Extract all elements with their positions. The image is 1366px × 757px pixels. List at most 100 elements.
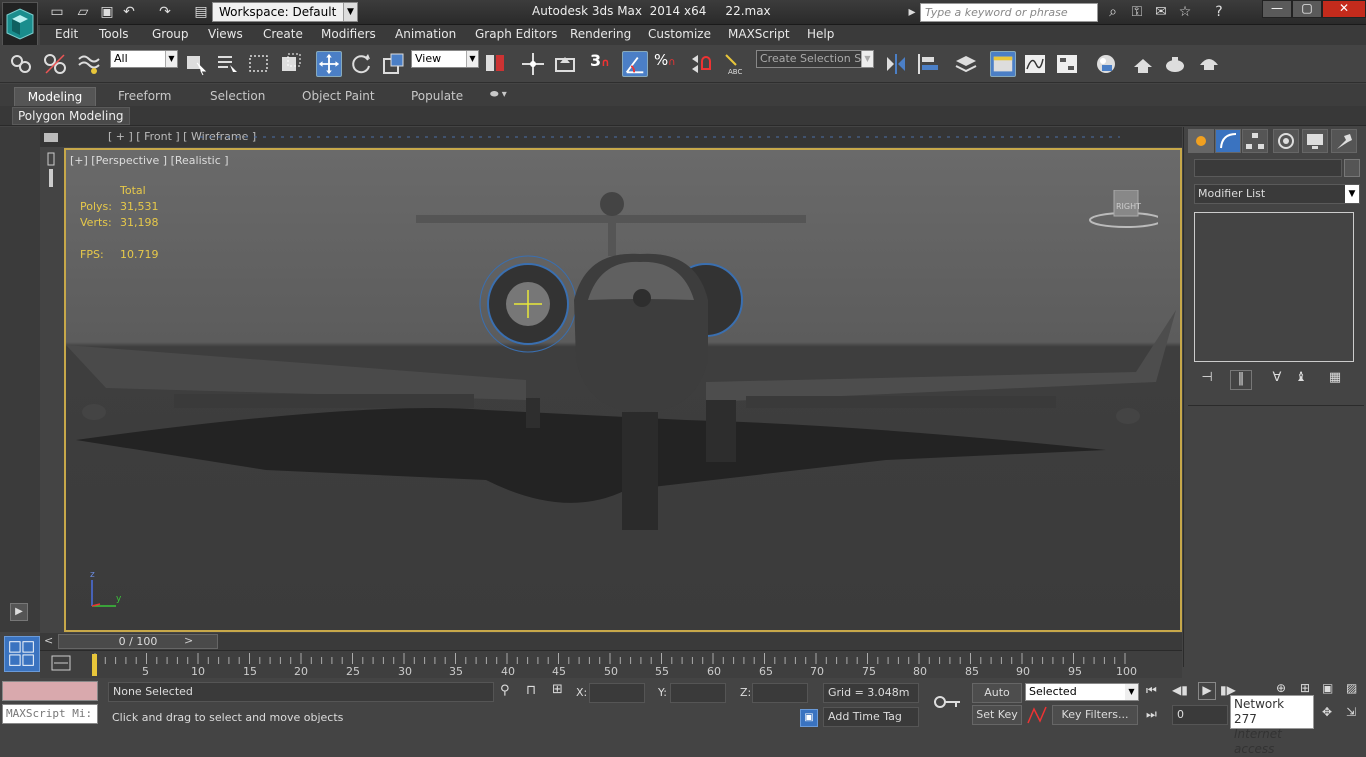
tab-freeform[interactable]: Freeform: [110, 87, 179, 106]
modifier-stack-list[interactable]: [1194, 212, 1354, 362]
link-icon[interactable]: [8, 51, 34, 77]
app-menu-button[interactable]: [2, 2, 38, 46]
expand-right-icon[interactable]: ▶: [10, 603, 28, 621]
auto-key-button[interactable]: Auto Key: [972, 683, 1022, 717]
remove-modifier-icon[interactable]: ♝: [1290, 370, 1312, 390]
time-tag-icon[interactable]: ▣: [800, 709, 818, 727]
menu-modifiers[interactable]: Modifiers: [321, 27, 376, 41]
graphite-toolbox-icon[interactable]: [990, 51, 1016, 77]
play-icon[interactable]: ▶: [1198, 682, 1216, 700]
key-filters-button[interactable]: Key Filters...: [1052, 705, 1138, 725]
reference-coordinate-dropdown[interactable]: View ▼: [411, 50, 479, 68]
tab-populate[interactable]: Populate: [403, 87, 471, 106]
viewport-zoom-slider-icon[interactable]: [42, 151, 60, 191]
schematic-view-icon[interactable]: [1054, 51, 1080, 77]
mirror-icon[interactable]: [883, 51, 909, 77]
zoom-extents-all-icon[interactable]: ▨: [1346, 681, 1357, 695]
maxscript-listener-output[interactable]: [2, 681, 98, 701]
z-coordinate-field[interactable]: [752, 683, 808, 703]
menu-help[interactable]: Help: [807, 27, 834, 41]
menu-tools[interactable]: Tools: [99, 27, 129, 41]
percent-snap-icon[interactable]: %∩: [654, 51, 680, 77]
minimize-button[interactable]: —: [1262, 0, 1292, 18]
tab-selection[interactable]: Selection: [202, 87, 273, 106]
edit-named-selection-icon[interactable]: ABC: [722, 51, 748, 77]
tab-object-paint[interactable]: Object Paint: [294, 87, 383, 106]
favorites-star-icon[interactable]: ☆: [1176, 3, 1194, 21]
time-slider-next-icon[interactable]: >: [184, 634, 193, 647]
time-cursor[interactable]: [92, 654, 97, 676]
pin-stack-icon[interactable]: ⊣: [1196, 370, 1218, 390]
select-and-move-icon[interactable]: [316, 51, 342, 77]
default-in-out-tangents-icon[interactable]: [1026, 705, 1048, 725]
menu-rendering[interactable]: Rendering: [570, 27, 631, 41]
render-setup-icon[interactable]: [1130, 51, 1156, 77]
named-selection-dropdown[interactable]: Create Selection Se ▼: [756, 50, 874, 68]
selection-lock-icon[interactable]: ⊓: [526, 683, 536, 698]
menu-edit[interactable]: Edit: [55, 27, 78, 41]
configure-modifier-sets-icon[interactable]: ▦: [1324, 370, 1346, 390]
menu-views[interactable]: Views: [208, 27, 243, 41]
subscription-icon[interactable]: ⚿: [1128, 3, 1146, 21]
zoom-icon[interactable]: ⊕: [1276, 681, 1286, 695]
keyboard-shortcut-override-icon[interactable]: [552, 51, 578, 77]
key-icon[interactable]: [932, 692, 964, 712]
perspective-viewport[interactable]: [+] [Perspective ] [Realistic ] Total Po…: [64, 148, 1182, 632]
time-slider-thumb[interactable]: 0 / 100: [58, 634, 218, 649]
utilities-tab-icon[interactable]: [1331, 129, 1357, 153]
save-icon[interactable]: ▣: [98, 3, 116, 21]
y-coordinate-field[interactable]: [670, 683, 726, 703]
workspace-dropdown[interactable]: Workspace: Default ▼: [212, 2, 358, 22]
viewport-layout-button[interactable]: [4, 636, 40, 672]
chevron-right-icon[interactable]: ▸: [906, 3, 918, 21]
rendered-frame-window-icon[interactable]: [1162, 51, 1188, 77]
snaps-toggle-button[interactable]: 3∩: [590, 51, 616, 77]
window-crossing-icon[interactable]: [278, 51, 304, 77]
zoom-extents-icon[interactable]: ▣: [1322, 681, 1333, 695]
layer-manager-icon[interactable]: [953, 51, 979, 77]
ribbon-options-icon[interactable]: ⬬ ▾: [482, 87, 515, 106]
key-mode-toggle-icon[interactable]: ⏭: [1146, 707, 1157, 722]
add-time-tag-button[interactable]: Add Time Tag: [823, 707, 919, 727]
go-to-start-icon[interactable]: ⏮: [1146, 683, 1157, 698]
bind-spacewarp-icon[interactable]: [76, 51, 102, 77]
x-coordinate-field[interactable]: [589, 683, 645, 703]
menu-customize[interactable]: Customize: [648, 27, 711, 41]
menu-animation[interactable]: Animation: [395, 27, 456, 41]
select-and-manipulate-icon[interactable]: [520, 51, 546, 77]
redo-icon[interactable]: ↷: [156, 3, 174, 21]
key-mode-dropdown[interactable]: Selected ▼: [1025, 683, 1139, 701]
time-slider-prev-icon[interactable]: <: [44, 634, 53, 647]
mini-curve-editor-icon[interactable]: [50, 654, 72, 672]
maximize-button[interactable]: ▢: [1292, 0, 1322, 18]
help-icon[interactable]: ?: [1210, 3, 1228, 21]
pivot-center-icon[interactable]: [482, 51, 508, 77]
menu-group[interactable]: Group: [152, 27, 189, 41]
select-and-rotate-icon[interactable]: [348, 51, 374, 77]
unlink-icon[interactable]: [42, 51, 68, 77]
select-by-name-icon[interactable]: [214, 51, 240, 77]
tab-modeling[interactable]: Modeling: [14, 87, 96, 106]
airplane-model[interactable]: [66, 150, 1180, 630]
new-file-icon[interactable]: ▭: [48, 3, 66, 21]
align-icon[interactable]: [915, 51, 941, 77]
object-name-field[interactable]: [1194, 159, 1342, 177]
display-tab-icon[interactable]: [1302, 129, 1328, 153]
menu-create[interactable]: Create: [263, 27, 303, 41]
select-and-scale-icon[interactable]: [380, 51, 406, 77]
time-slider[interactable]: < 0 / 100 >: [40, 633, 1182, 650]
menu-graph-editors[interactable]: Graph Editors: [475, 27, 557, 41]
modifier-list-dropdown[interactable]: Modifier List ▼: [1194, 184, 1360, 204]
previous-frame-icon[interactable]: ◀▮: [1172, 683, 1188, 697]
orbit-icon[interactable]: ✥: [1322, 705, 1332, 719]
viewcube-label[interactable]: RIGHT: [1116, 202, 1141, 211]
polygon-modeling-panel[interactable]: Polygon Modeling: [12, 107, 130, 125]
set-key-button[interactable]: Set Key: [972, 705, 1022, 725]
selection-filter-dropdown[interactable]: All ▼: [110, 50, 178, 68]
open-file-icon[interactable]: ▱: [74, 3, 92, 21]
modify-tab-icon[interactable]: [1215, 129, 1241, 153]
spinner-snap-icon[interactable]: [686, 51, 712, 77]
track-bar[interactable]: 5 10 15 20 25 30 35 40 45 50 55 60 65 70…: [40, 650, 1182, 678]
show-end-result-icon[interactable]: ‖: [1230, 370, 1252, 390]
close-button[interactable]: ✕: [1322, 0, 1366, 18]
